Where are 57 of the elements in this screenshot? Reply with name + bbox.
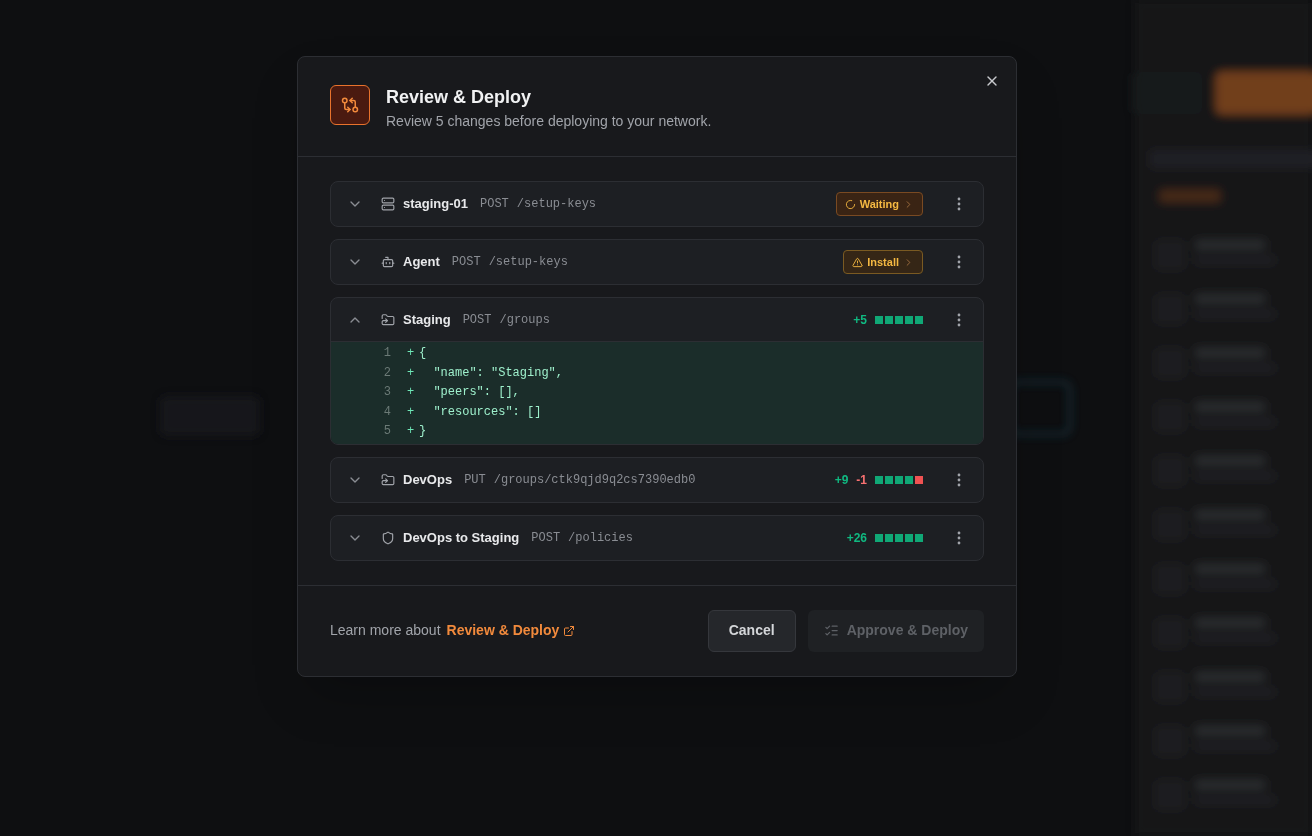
line-number: 5: [382, 423, 391, 440]
review-deploy-link[interactable]: Review & Deploy: [446, 620, 576, 641]
code-line: "peers": [],: [432, 384, 520, 401]
diff-sign: +: [407, 384, 416, 401]
spinner-icon: [844, 198, 856, 210]
robot-icon: [381, 255, 395, 269]
request-path: /setup-keys: [516, 196, 597, 213]
line-number: 3: [382, 384, 391, 401]
request-path: /setup-keys: [488, 254, 568, 271]
change-name: Agent: [403, 253, 440, 272]
change-name: DevOps to Staging: [403, 528, 520, 547]
status-badge[interactable]: Install: [843, 250, 923, 274]
dialog-title: Review & Deploy: [386, 86, 533, 109]
status-badge[interactable]: Waiting: [835, 192, 923, 216]
more-icon: [957, 530, 961, 545]
diff-sign: +: [407, 364, 416, 382]
warning-icon: [852, 256, 864, 268]
external-link-icon: [563, 624, 576, 637]
request-method: POST: [531, 529, 561, 547]
request-method: POST: [462, 311, 492, 329]
learn-more-text: Learn more about: [330, 621, 441, 640]
more-icon: [957, 255, 961, 269]
added-count: +5: [853, 311, 867, 329]
code-line: }: [419, 423, 427, 440]
change-name: DevOps: [403, 470, 453, 489]
code-line: {: [419, 345, 427, 362]
diff-sign: +: [407, 423, 416, 440]
diff-sign: +: [407, 345, 416, 362]
checklist-icon: [823, 623, 839, 638]
cancel-button[interactable]: Cancel: [707, 609, 796, 652]
request-method: PUT: [464, 471, 486, 489]
dialog-subtitle: Review 5 changes before deploying to your network.: [386, 112, 712, 131]
change-name: Staging: [403, 310, 451, 329]
line-number: 4: [382, 403, 391, 421]
blurred-tab: [1160, 190, 1220, 202]
request-method: POST: [480, 196, 509, 213]
added-count: +9: [834, 471, 849, 489]
shield-icon: [381, 530, 395, 545]
folder-icon: [381, 312, 395, 327]
server-icon: [381, 197, 395, 211]
request-method: POST: [451, 254, 481, 271]
code-line: "resources": []: [432, 403, 542, 421]
compare-icon: [330, 85, 370, 125]
removed-count: -1: [856, 471, 867, 489]
line-number: 2: [382, 364, 391, 382]
more-icon: [957, 197, 961, 211]
more-icon: [957, 472, 961, 487]
request-path: /policies: [568, 529, 633, 547]
request-path: /groups: [499, 311, 550, 329]
diff-sign: +: [407, 403, 416, 421]
added-count: +26: [846, 529, 867, 547]
line-number: 1: [382, 345, 391, 362]
code-line: "name": "Staging",: [432, 364, 564, 382]
more-icon: [957, 312, 961, 327]
folder-icon: [381, 472, 395, 487]
change-name: staging-01: [403, 195, 468, 214]
request-path: /groups/ctk9qjd9q2cs7390edb0: [493, 471, 696, 489]
